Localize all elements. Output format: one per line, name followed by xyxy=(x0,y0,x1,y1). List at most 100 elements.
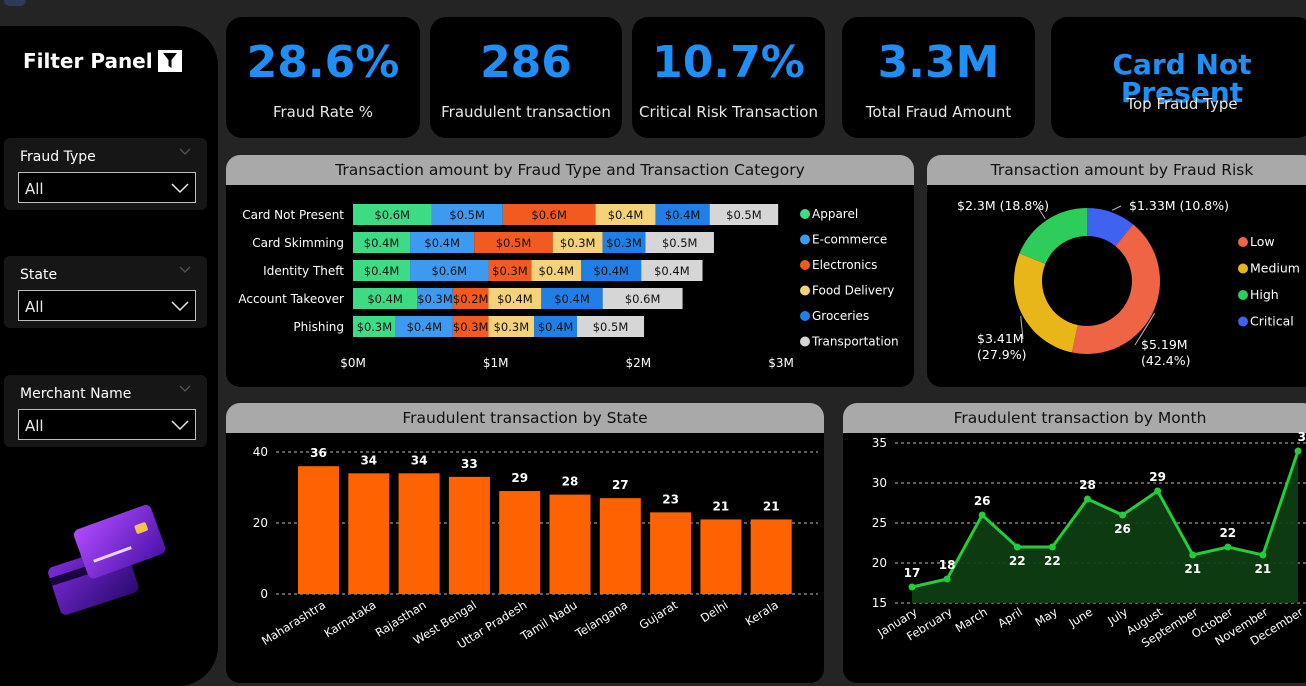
kpi-value: 3.3M xyxy=(877,37,1000,88)
data-label: 34 xyxy=(411,453,428,467)
data-label: $0.5M xyxy=(726,208,762,222)
data-label: $0.2M xyxy=(453,292,489,306)
filter-icon[interactable] xyxy=(158,50,182,72)
bar xyxy=(348,473,390,594)
data-label: 36 xyxy=(310,446,327,460)
state-dropdown[interactable]: All xyxy=(18,290,196,321)
fraud-type-category-chart: Transaction amount by Fraud Type and Tra… xyxy=(226,155,914,387)
merchant-name-dropdown[interactable]: All xyxy=(18,409,196,440)
bar xyxy=(549,494,591,594)
slice-label: (27.9%) xyxy=(977,347,1026,362)
slicer-label: Merchant Name xyxy=(20,386,132,402)
data-label: 23 xyxy=(662,492,679,506)
data-label: $0.6M xyxy=(374,208,410,222)
kpi-value: 10.7% xyxy=(652,37,805,88)
credit-cards-icon xyxy=(48,504,166,615)
data-label: $0.4M xyxy=(364,236,400,250)
data-label: 21 xyxy=(763,499,780,513)
x-tick-label: $3M xyxy=(768,356,794,370)
data-label: 28 xyxy=(1079,478,1096,492)
data-label: 28 xyxy=(562,475,579,489)
legend-marker xyxy=(800,311,810,321)
data-point xyxy=(1224,543,1232,551)
x-tick-label: Kerala xyxy=(743,598,781,629)
x-tick-label: Delhi xyxy=(698,598,731,626)
legend-marker xyxy=(1238,316,1248,327)
data-label: $0.3M xyxy=(492,264,528,278)
data-label: 34 xyxy=(360,453,377,467)
chevron-down-icon[interactable] xyxy=(179,266,191,274)
category-label: Identity Theft xyxy=(263,264,344,278)
data-label: $0.4M xyxy=(497,292,533,306)
slicer-label: State xyxy=(20,267,58,283)
data-label: $0.4M xyxy=(654,264,690,278)
data-label: 21 xyxy=(1255,562,1272,576)
data-point xyxy=(978,511,986,519)
legend-marker xyxy=(1238,237,1248,247)
legend-label: Food Delivery xyxy=(812,284,894,298)
data-label: 27 xyxy=(612,478,629,492)
legend-label: Critical xyxy=(1250,314,1294,329)
data-label: 21 xyxy=(713,499,730,513)
month-area-chart: Fraudulent transaction by Month 15 20 25 30… xyxy=(843,403,1306,683)
bar xyxy=(700,519,742,594)
data-label: $0.4M xyxy=(665,208,701,222)
data-label: $0.4M xyxy=(367,292,403,306)
dropdown-value: All xyxy=(25,180,44,198)
x-tick-label: June xyxy=(1066,605,1096,631)
legend-marker xyxy=(800,234,810,245)
page-nav-tab[interactable] xyxy=(4,0,26,6)
slice-label: $1.33M (10.8%) xyxy=(1129,198,1229,213)
month-area-svg: 152025303517January18February26March22Ap… xyxy=(872,430,1306,650)
legend-label: Apparel xyxy=(812,207,858,221)
y-tick-label: 20 xyxy=(253,516,268,530)
fraud-risk-donut-chart: Transaction amount by Fraud Risk $1.33M … xyxy=(927,155,1306,387)
legend-marker xyxy=(1238,290,1248,300)
x-tick-label: Maharashtra xyxy=(259,598,328,648)
data-label: $0.6M xyxy=(531,208,567,222)
legend-label: Low xyxy=(1250,234,1275,249)
data-label: 33 xyxy=(461,457,478,471)
data-label: $0.3M xyxy=(357,320,393,334)
data-label: 22 xyxy=(1009,554,1026,568)
x-tick-label: Karnataka xyxy=(322,598,379,641)
legend-label: Electronics xyxy=(812,258,877,272)
kpi-top-fraud-type: Card Not Present Top Fraud Type xyxy=(1051,17,1306,138)
kpi-caption: Total Fraud Amount xyxy=(865,103,1012,121)
x-tick-label: Gujarat xyxy=(637,597,681,632)
chevron-down-icon[interactable] xyxy=(179,148,191,156)
x-tick-label: May xyxy=(1032,605,1060,630)
data-label: $0.3M xyxy=(494,320,530,334)
y-tick-label: 25 xyxy=(872,516,887,530)
x-tick-label: March xyxy=(953,605,990,635)
leader-line xyxy=(1111,205,1122,211)
data-label: $0.3M xyxy=(417,292,453,306)
legend-label: E-commerce xyxy=(812,233,887,247)
legend-marker xyxy=(800,209,810,219)
data-label: $0.3M xyxy=(560,236,596,250)
data-label: $0.4M xyxy=(593,264,629,278)
data-point xyxy=(1294,447,1302,455)
data-label: $0.5M xyxy=(496,236,532,250)
x-tick-label: $1M xyxy=(483,356,509,370)
bar xyxy=(599,498,641,594)
data-label: 22 xyxy=(1044,554,1061,568)
slicer-fraud-type: Fraud Type All xyxy=(4,138,207,210)
data-label: 26 xyxy=(1114,522,1131,536)
data-label: $0.4M xyxy=(424,236,460,250)
y-tick-label: 35 xyxy=(872,436,887,450)
slice-label: (42.4%) xyxy=(1141,353,1190,368)
data-point xyxy=(1013,543,1021,551)
x-tick-label: Telangana xyxy=(572,598,630,641)
data-label: $0.5M xyxy=(449,208,485,222)
filter-panel-title: Filter Panel xyxy=(23,49,153,73)
bar xyxy=(499,491,541,594)
data-label: 26 xyxy=(974,494,991,508)
chevron-down-icon[interactable] xyxy=(179,385,191,393)
data-point xyxy=(1048,543,1056,551)
dropdown-value: All xyxy=(25,298,44,316)
slicer-state: State All xyxy=(4,256,207,328)
data-label: 22 xyxy=(1219,526,1236,540)
data-label: $0.5M xyxy=(662,236,698,250)
fraud-type-dropdown[interactable]: All xyxy=(18,172,196,203)
